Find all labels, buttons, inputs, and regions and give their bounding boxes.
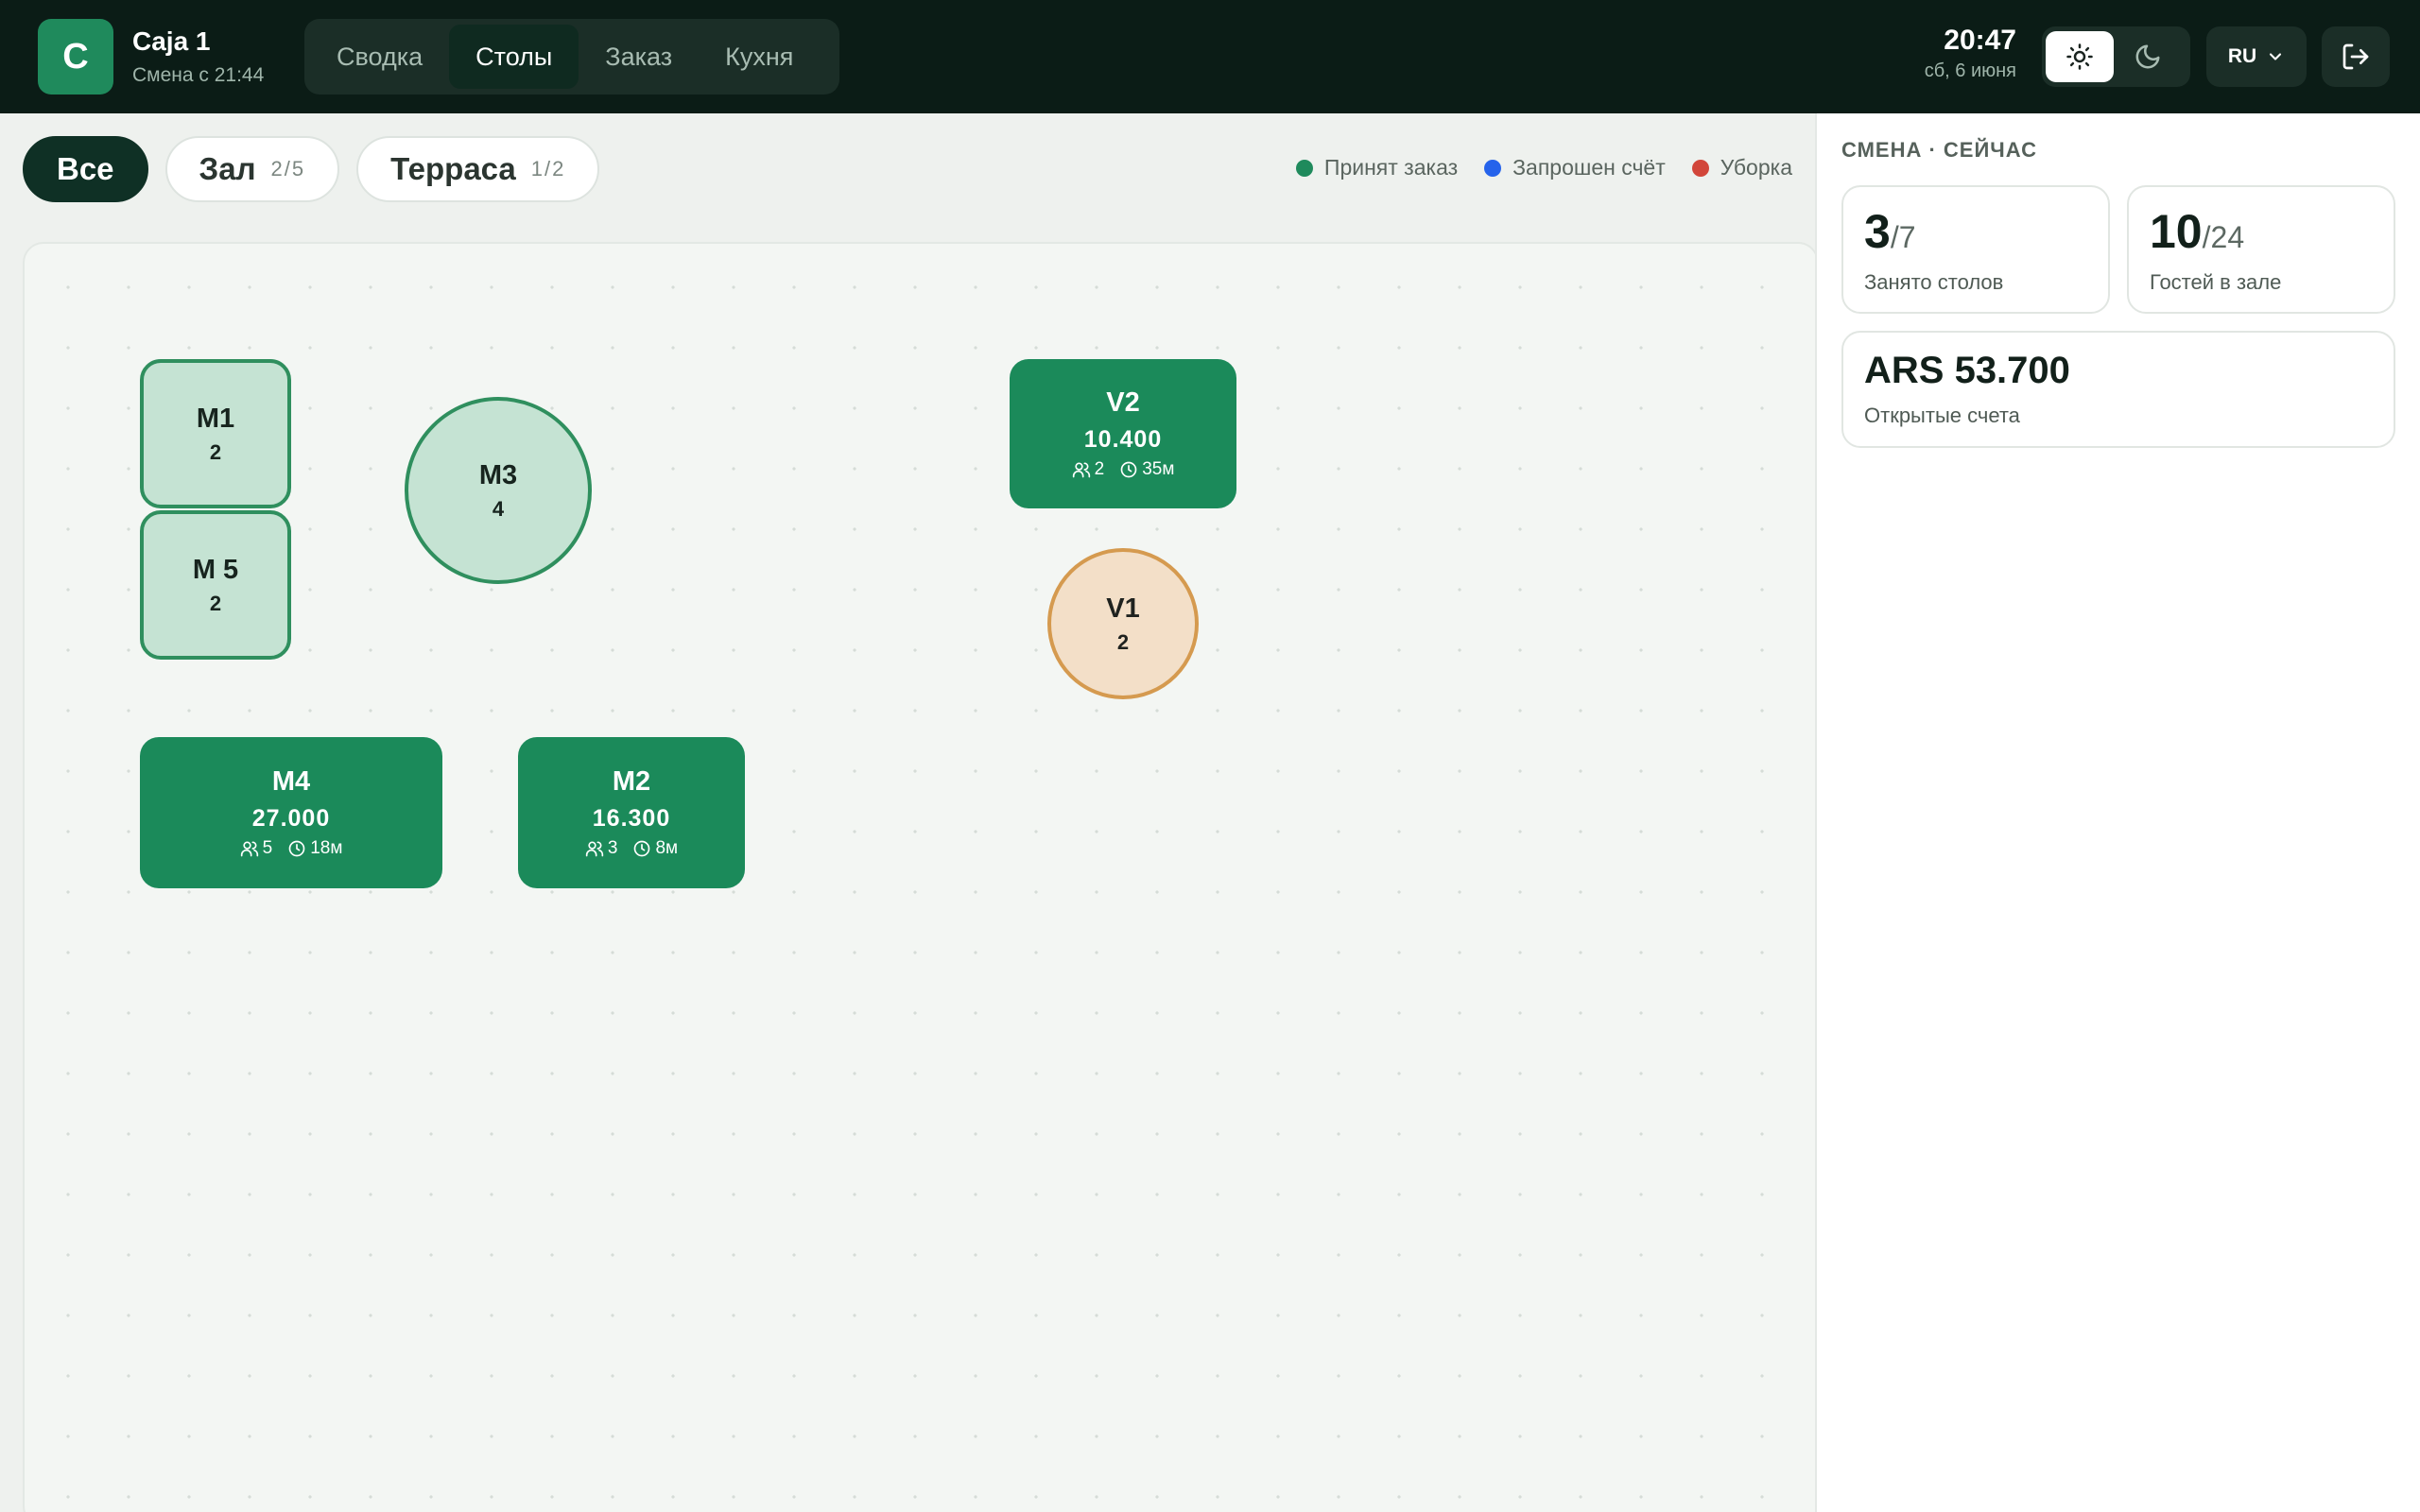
legend-label: Принят заказ <box>1323 155 1459 180</box>
table-time: 35м <box>1142 459 1175 479</box>
table-name: V1 <box>1106 593 1140 624</box>
table-name: V2 <box>1106 387 1140 418</box>
clock-time: 20:47 <box>1944 25 2016 56</box>
table-m4[interactable]: M4 27.000 5 18м <box>140 737 442 888</box>
table-name: M 5 <box>192 554 239 585</box>
table-amount: 27.000 <box>251 805 331 832</box>
table-seats: 2 <box>1116 629 1130 654</box>
clock-icon <box>1120 461 1137 478</box>
table-m1[interactable]: M1 2 <box>140 359 291 508</box>
tab-order[interactable]: Заказ <box>579 25 699 89</box>
filter-hall-label: Зал <box>199 151 256 186</box>
filter-all-label: Все <box>57 151 114 186</box>
table-v1[interactable]: V1 2 <box>1047 548 1199 699</box>
shift-panel: СМЕНА · СЕЙЧАС 3/7 Занято столов 10/24 Г… <box>1815 113 2420 1512</box>
filter-hall-count: 2/5 <box>270 157 306 180</box>
occupied-label: Занято столов <box>1864 270 2004 294</box>
chevron-down-icon <box>2270 53 2282 60</box>
table-name: M2 <box>612 766 651 797</box>
guests-icon <box>585 841 604 857</box>
table-guests: 3 <box>607 838 618 858</box>
table-name: M3 <box>478 459 518 490</box>
moon-icon <box>2135 44 2160 69</box>
dark-theme-button[interactable] <box>2114 31 2182 82</box>
table-m5[interactable]: M 5 2 <box>140 510 291 660</box>
status-legend: Принят заказ Запрошен счёт Уборка <box>1295 155 1792 180</box>
main-nav: Сводка Столы Заказ Кухня <box>304 19 839 94</box>
legend-item-bill-requested: Запрошен счёт <box>1484 155 1666 180</box>
table-name: M1 <box>196 403 235 434</box>
legend-dot <box>1691 159 1709 177</box>
theme-toggle <box>2042 26 2190 87</box>
register-info: Caja 1 Смена с 21:44 <box>132 26 264 87</box>
guests-icon <box>240 841 258 857</box>
panel-heading: СМЕНА · СЕЙЧАС <box>1841 138 2037 162</box>
app-logo: C <box>38 19 113 94</box>
floor-plan: M1 2 M 5 2 M3 4 V2 10.400 2 35м V1 2 M4 … <box>23 242 1819 1512</box>
clock-icon <box>288 840 305 857</box>
table-time: 18м <box>310 838 343 858</box>
guests-value: 10 <box>2150 205 2203 258</box>
language-select[interactable]: RU <box>2206 26 2307 87</box>
open-bills-value: ARS 53.700 <box>1864 350 2070 391</box>
legend-dot <box>1484 159 1502 177</box>
table-meta: 2 35м <box>1072 459 1175 480</box>
guests-total: /24 <box>2202 220 2245 254</box>
guests-value-row: 10/24 <box>2150 204 2373 259</box>
filter-terrace-label: Терраса <box>390 151 516 186</box>
area-filters: Все Зал 2/5 Терраса 1/2 <box>23 136 600 202</box>
clock-icon <box>634 840 650 857</box>
legend-dot <box>1295 159 1313 177</box>
table-meta: 5 18м <box>240 838 343 859</box>
filter-hall[interactable]: Зал 2/5 <box>164 136 340 202</box>
filter-all[interactable]: Все <box>23 136 148 202</box>
guests-card: 10/24 Гостей в зале <box>2127 185 2395 314</box>
open-bills-card: ARS 53.700 Открытые счета <box>1841 331 2395 448</box>
table-seats: 2 <box>209 439 222 464</box>
guests-label: Гостей в зале <box>2150 270 2282 294</box>
table-v2[interactable]: V2 10.400 2 35м <box>1010 359 1236 508</box>
filter-terrace-count: 1/2 <box>530 157 566 180</box>
filter-terrace[interactable]: Терраса 1/2 <box>356 136 600 202</box>
shift-start-time: Смена с 21:44 <box>132 64 265 86</box>
logout-icon <box>2342 43 2369 70</box>
language-value: RU <box>2227 45 2257 67</box>
occupied-total: /7 <box>1890 220 1916 254</box>
table-seats: 4 <box>492 496 505 521</box>
table-name: M4 <box>271 766 311 797</box>
register-title: Caja 1 <box>132 26 211 56</box>
legend-label: Уборка <box>1720 155 1792 180</box>
logout-button[interactable] <box>2322 26 2390 87</box>
clock: 20:47 сб, 6 июня <box>1925 25 2016 82</box>
tab-kitchen[interactable]: Кухня <box>699 25 820 89</box>
legend-label: Запрошен счёт <box>1512 155 1666 180</box>
table-seats: 2 <box>209 591 222 615</box>
table-m2[interactable]: M2 16.300 3 8м <box>518 737 745 888</box>
clock-date: сб, 6 июня <box>1924 60 2016 81</box>
legend-item-order-taken: Принят заказ <box>1295 155 1459 180</box>
top-bar: C Caja 1 Смена с 21:44 Сводка Столы Зака… <box>0 0 2420 113</box>
table-m3[interactable]: M3 4 <box>405 397 592 584</box>
table-amount: 16.300 <box>592 805 671 832</box>
table-guests: 2 <box>1094 459 1105 479</box>
tab-summary[interactable]: Сводка <box>310 25 449 89</box>
occupied-tables-card: 3/7 Занято столов <box>1841 185 2110 314</box>
light-theme-button[interactable] <box>2046 31 2114 82</box>
table-amount: 10.400 <box>1083 426 1163 453</box>
occupied-value: 3 <box>1864 205 1891 258</box>
table-meta: 3 8м <box>585 838 678 859</box>
table-time: 8м <box>655 838 679 858</box>
tab-tables[interactable]: Столы <box>449 25 579 89</box>
sun-icon <box>2066 43 2093 70</box>
table-guests: 5 <box>262 838 273 858</box>
occupied-value-row: 3/7 <box>1864 204 2087 259</box>
legend-item-cleaning: Уборка <box>1691 155 1792 180</box>
open-bills-label: Открытые счета <box>1864 404 2020 427</box>
guests-icon <box>1072 462 1090 478</box>
